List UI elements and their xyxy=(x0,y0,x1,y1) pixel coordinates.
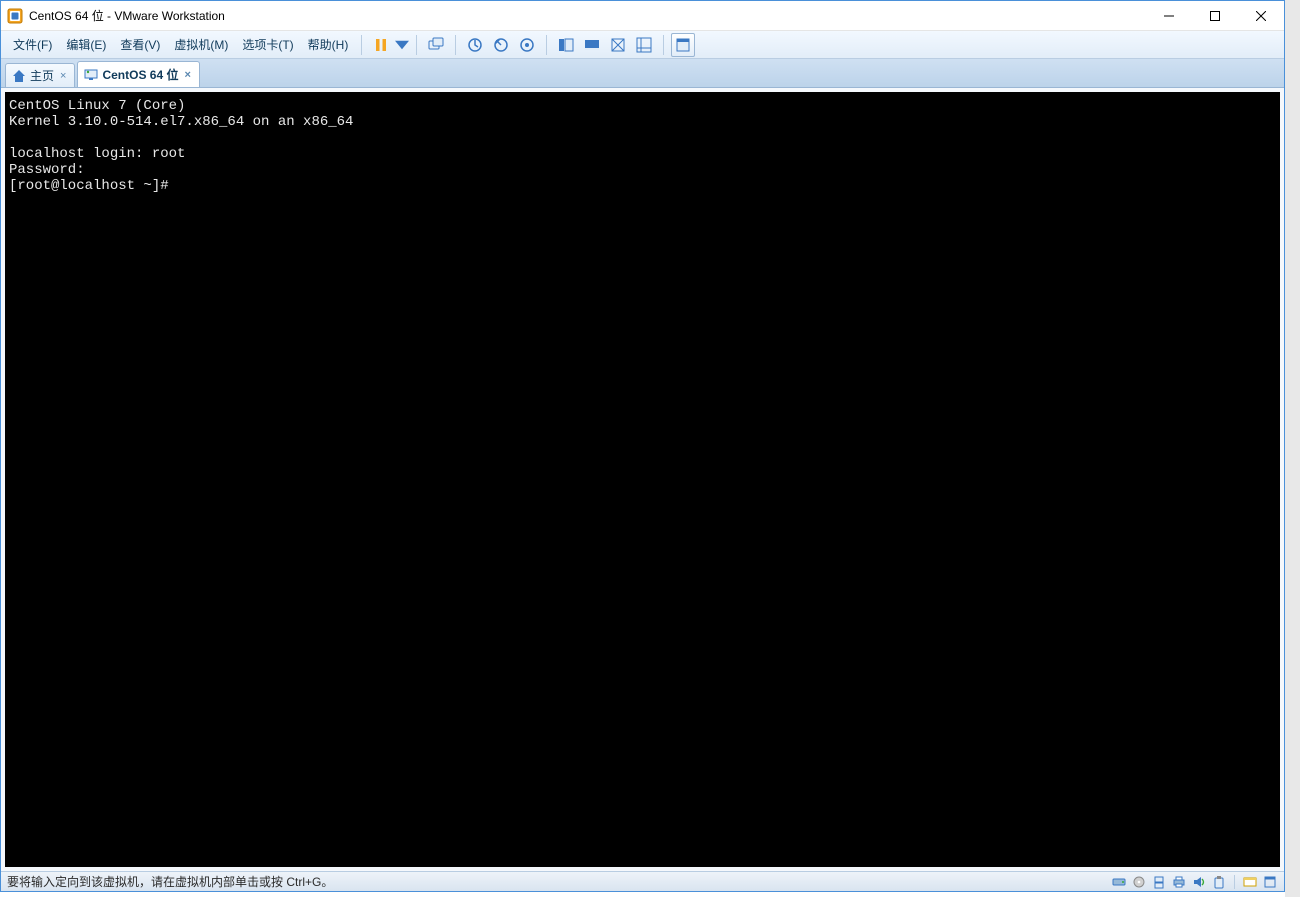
console-viewport: CentOS Linux 7 (Core) Kernel 3.10.0-514.… xyxy=(1,88,1284,871)
console-line: localhost login: root xyxy=(9,146,185,162)
close-button[interactable] xyxy=(1238,1,1284,30)
tab-centos[interactable]: CentOS 64 位 × xyxy=(77,61,199,87)
console-line: CentOS Linux 7 (Core) xyxy=(9,98,185,114)
toolbar-separator xyxy=(361,35,362,55)
vm-icon xyxy=(84,68,98,82)
tab-home[interactable]: 主页 × xyxy=(5,63,75,87)
statusbar: 要将输入定向到该虚拟机，请在虚拟机内部单击或按 Ctrl+G。 xyxy=(1,871,1284,891)
console-line: Password: xyxy=(9,162,85,178)
toolbar-separator xyxy=(416,35,417,55)
tab-close-home[interactable]: × xyxy=(58,70,68,82)
tab-centos-label: CentOS 64 位 xyxy=(102,66,178,83)
usb-icon[interactable] xyxy=(1211,874,1227,890)
vmware-app-icon xyxy=(7,8,23,24)
power-dropdown-icon[interactable] xyxy=(395,33,409,57)
vmware-window: CentOS 64 位 - VMware Workstation 文件(F) 编… xyxy=(0,0,1285,892)
fullscreen-button[interactable] xyxy=(671,33,695,57)
stretch-guest-button[interactable] xyxy=(606,33,630,57)
menu-view[interactable]: 查看(V) xyxy=(114,34,166,55)
message-log-icon[interactable] xyxy=(1242,874,1258,890)
show-console-button[interactable] xyxy=(580,33,604,57)
printer-icon[interactable] xyxy=(1171,874,1187,890)
right-gutter xyxy=(1285,0,1300,897)
tab-home-label: 主页 xyxy=(30,67,54,84)
guest-console[interactable]: CentOS Linux 7 (Core) Kernel 3.10.0-514.… xyxy=(5,92,1280,867)
status-device-icons xyxy=(1111,874,1278,890)
menu-vm[interactable]: 虚拟机(M) xyxy=(168,34,234,55)
status-separator xyxy=(1234,875,1235,889)
menu-tabs[interactable]: 选项卡(T) xyxy=(236,34,299,55)
menu-help[interactable]: 帮助(H) xyxy=(302,34,355,55)
expand-icon[interactable] xyxy=(1262,874,1278,890)
minimize-button[interactable] xyxy=(1146,1,1192,30)
send-ctrl-alt-del-button[interactable] xyxy=(424,33,448,57)
titlebar[interactable]: CentOS 64 位 - VMware Workstation xyxy=(1,1,1284,31)
maximize-button[interactable] xyxy=(1192,1,1238,30)
menubar: 文件(F) 编辑(E) 查看(V) 虚拟机(M) 选项卡(T) 帮助(H) xyxy=(1,31,1284,59)
menu-edit[interactable]: 编辑(E) xyxy=(60,34,112,55)
window-controls xyxy=(1146,1,1284,30)
hdd-icon[interactable] xyxy=(1111,874,1127,890)
home-icon xyxy=(12,69,26,83)
status-hint: 要将输入定向到该虚拟机，请在虚拟机内部单击或按 Ctrl+G。 xyxy=(7,873,333,890)
network-icon[interactable] xyxy=(1151,874,1167,890)
snapshot-take-button[interactable] xyxy=(463,33,487,57)
unity-button[interactable] xyxy=(632,33,656,57)
tab-close-centos[interactable]: × xyxy=(182,69,192,81)
console-line: [root@localhost ~]# xyxy=(9,178,169,194)
menu-file[interactable]: 文件(F) xyxy=(7,34,58,55)
sound-icon[interactable] xyxy=(1191,874,1207,890)
console-line: Kernel 3.10.0-514.el7.x86_64 on an x86_6… xyxy=(9,114,353,130)
snapshot-revert-button[interactable] xyxy=(489,33,513,57)
cd-icon[interactable] xyxy=(1131,874,1147,890)
window-title: CentOS 64 位 - VMware Workstation xyxy=(29,7,1146,24)
tabbar: 主页 × CentOS 64 位 × xyxy=(1,59,1284,88)
toolbar-separator xyxy=(455,35,456,55)
pause-button[interactable] xyxy=(369,33,393,57)
toolbar-separator xyxy=(546,35,547,55)
toolbar-separator xyxy=(663,35,664,55)
show-library-button[interactable] xyxy=(554,33,578,57)
snapshot-manager-button[interactable] xyxy=(515,33,539,57)
